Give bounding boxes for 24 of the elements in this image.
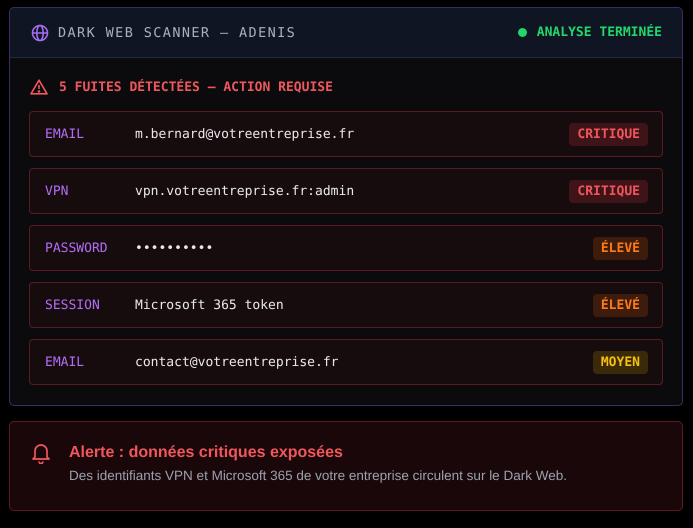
severity-badge: ÉLEVÉ [592,294,648,316]
globe-icon [31,24,49,42]
leak-type: EMAIL [45,126,86,142]
leak-type: SESSION [45,298,101,312]
severity-badge: CRITIQUE [569,122,648,146]
leak-type: EMAIL [45,354,86,370]
alert-title: Alerte : données critiques exposées [69,444,344,462]
leak-value: Microsoft 365 token [135,298,285,312]
leak-type: VPN [45,184,70,198]
status-dot-icon [518,28,527,37]
leak-value: m.bernard@votreentreprise.fr [135,126,356,142]
leak-value: contact@votreentreprise.fr [135,354,340,370]
bell-icon [31,442,51,464]
warning-message: 5 FUITES DÉTECTÉES — ACTION REQUISE [59,80,333,94]
leak-type: PASSWORD [45,240,109,256]
leak-value: •••••••••• [135,240,214,256]
warning-icon [30,79,48,95]
status-label: ANALYSE TERMINÉE [536,25,662,40]
panel-title: DARK WEB SCANNER — ADENIS [58,24,296,40]
severity-badge: MOYEN [592,350,648,374]
severity-badge: ÉLEVÉ [592,236,648,260]
alert-description: Des identifiants VPN et Microsoft 365 de votre entreprise circulent sur le Dark Web. [69,468,567,483]
leak-value: vpn.votreentreprise.fr:admin [135,184,356,198]
severity-badge: CRITIQUE [569,180,648,202]
